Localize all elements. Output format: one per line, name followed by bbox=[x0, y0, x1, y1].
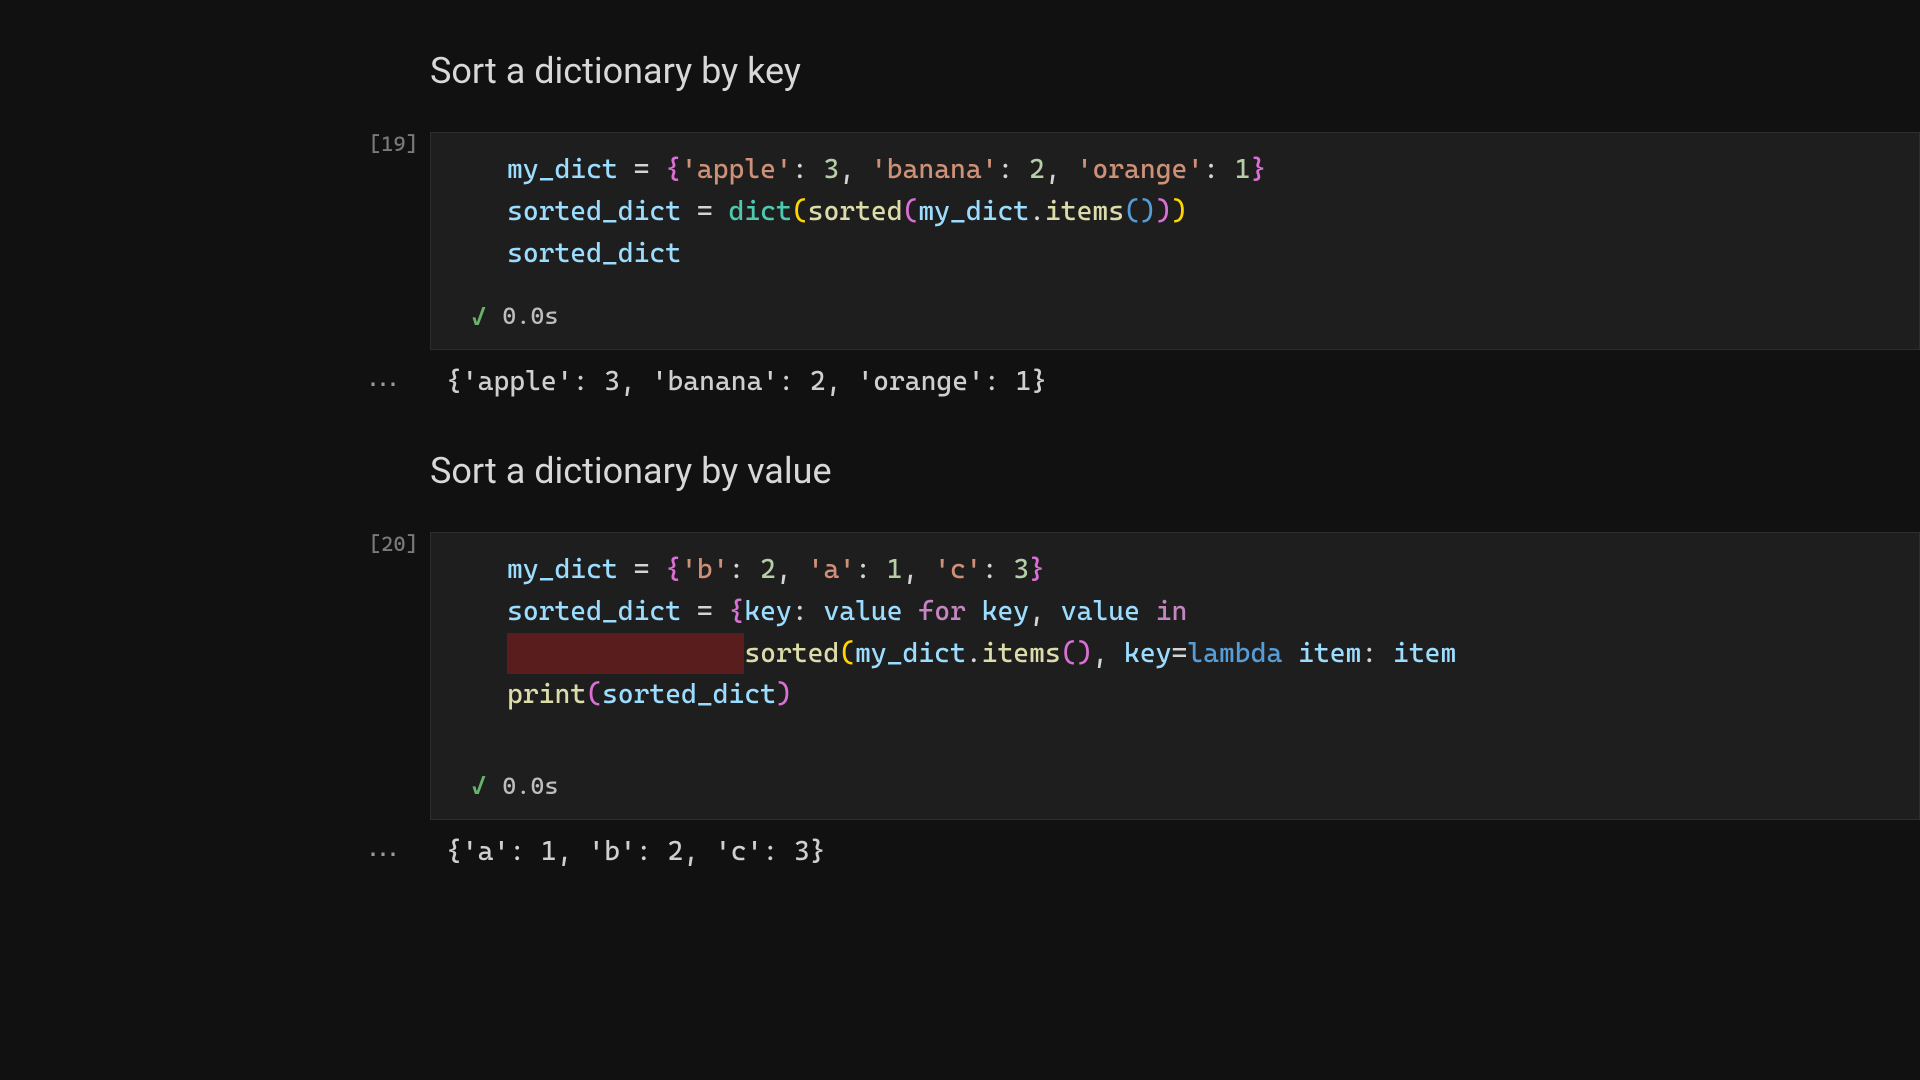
execution-count: [20] bbox=[369, 532, 418, 556]
output-text: {'a': 1, 'b': 2, 'c': 3} bbox=[430, 836, 826, 867]
code-content[interactable]: my_dict = {'b': 2, 'a': 1, 'c': 3} sorte… bbox=[431, 533, 1919, 756]
success-check-icon: ✓ bbox=[471, 766, 486, 806]
markdown-heading: Sort a dictionary by value bbox=[430, 450, 1920, 492]
notebook-view: Sort a dictionary by key [19] my_dict = … bbox=[0, 0, 1920, 870]
execution-time: 0.0s bbox=[502, 298, 558, 335]
code-cell[interactable]: [19] my_dict = {'apple': 3, 'banana': 2,… bbox=[0, 132, 1920, 350]
code-editor[interactable]: my_dict = {'b': 2, 'a': 1, 'c': 3} sorte… bbox=[430, 532, 1920, 820]
code-cell[interactable]: [20] my_dict = {'b': 2, 'a': 1, 'c': 3} … bbox=[0, 532, 1920, 820]
markdown-heading: Sort a dictionary by key bbox=[430, 50, 1920, 92]
execution-count: [19] bbox=[369, 132, 418, 156]
cell-status-bar: ✓ 0.0s bbox=[431, 287, 1919, 349]
output-text: {'apple': 3, 'banana': 2, 'orange': 1} bbox=[430, 366, 1047, 397]
code-content[interactable]: my_dict = {'apple': 3, 'banana': 2, 'ora… bbox=[431, 133, 1919, 287]
execution-time: 0.0s bbox=[502, 768, 558, 805]
cell-status-bar: ✓ 0.0s bbox=[431, 756, 1919, 818]
success-check-icon: ✓ bbox=[471, 297, 486, 337]
cell-output: ⋯ {'apple': 3, 'banana': 2, 'orange': 1} bbox=[0, 366, 1920, 400]
output-collapse-icon[interactable]: ⋯ bbox=[0, 366, 430, 400]
cell-output: ⋯ {'a': 1, 'b': 2, 'c': 3} bbox=[0, 836, 1920, 870]
output-collapse-icon[interactable]: ⋯ bbox=[0, 836, 430, 870]
code-editor[interactable]: my_dict = {'apple': 3, 'banana': 2, 'ora… bbox=[430, 132, 1920, 350]
